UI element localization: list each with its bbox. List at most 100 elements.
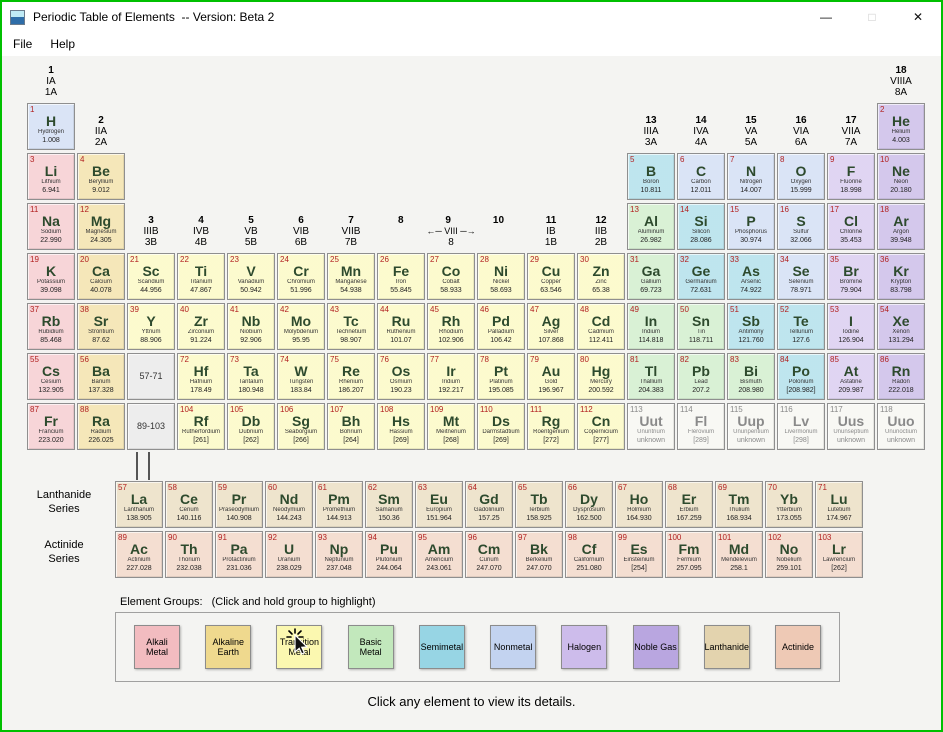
element-Cn[interactable]: 112 Cn Copernicium [277] [577, 403, 625, 450]
element-He[interactable]: 2 He Helium 4.003 [877, 103, 925, 150]
element-Ge[interactable]: 32 Ge Germanium 72.631 [677, 253, 725, 300]
group-button-noble[interactable]: Noble Gas [632, 625, 679, 669]
element-V[interactable]: 23 V Vanadium 50.942 [227, 253, 275, 300]
element-C[interactable]: 6 C Carbon 12.011 [677, 153, 725, 200]
element-S[interactable]: 16 S Sulfur 32.066 [777, 203, 825, 250]
element-Hg[interactable]: 80 Hg Mercury 200.592 [577, 353, 625, 400]
element-Bh[interactable]: 107 Bh Bohrium [264] [327, 403, 375, 450]
element-H[interactable]: 1 H Hydrogen 1.008 [27, 103, 75, 150]
element-Fl[interactable]: 114 Fl Flerovium [289] [677, 403, 725, 450]
element-Br[interactable]: 35 Br Bromine 79.904 [827, 253, 875, 300]
element-Lr[interactable]: 103 Lr Lawrencium [262] [815, 531, 863, 578]
element-Ds[interactable]: 110 Ds Darmstadtium [269] [477, 403, 525, 450]
element-Uus[interactable]: 117 Uus Ununseptium unknown [827, 403, 875, 450]
element-Kr[interactable]: 36 Kr Krypton 83.798 [877, 253, 925, 300]
element-Tb[interactable]: 65 Tb Terbium 158.925 [515, 481, 563, 528]
element-Pu[interactable]: 94 Pu Plutonium 244.064 [365, 531, 413, 578]
menu-help[interactable]: Help [41, 34, 84, 54]
element-Mt[interactable]: 109 Mt Meitnerium [268] [427, 403, 475, 450]
element-Sb[interactable]: 51 Sb Antimony 121.760 [727, 303, 775, 350]
element-Sm[interactable]: 62 Sm Samarium 150.36 [365, 481, 413, 528]
element-Te[interactable]: 52 Te Tellurium 127.6 [777, 303, 825, 350]
element-Re[interactable]: 75 Re Rhenium 186.207 [327, 353, 375, 400]
close-button[interactable]: ✕ [895, 2, 941, 32]
group-button-alkaline[interactable]: Alkaline Earth [205, 625, 252, 669]
element-Pb[interactable]: 82 Pb Lead 207.2 [677, 353, 725, 400]
element-Cr[interactable]: 24 Cr Chromium 51.996 [277, 253, 325, 300]
element-No[interactable]: 102 No Nobelium 259.101 [765, 531, 813, 578]
element-O[interactable]: 8 O Oxygen 15.999 [777, 153, 825, 200]
element-Sg[interactable]: 106 Sg Seaborgium [266] [277, 403, 325, 450]
element-Yb[interactable]: 70 Yb Ytterbium 173.055 [765, 481, 813, 528]
element-Be[interactable]: 4 Be Beryllium 9.012 [77, 153, 125, 200]
element-In[interactable]: 49 In Indium 114.818 [627, 303, 675, 350]
element-Hs[interactable]: 108 Hs Hassium [269] [377, 403, 425, 450]
element-Tc[interactable]: 43 Tc Technetium 98.907 [327, 303, 375, 350]
element-Xe[interactable]: 54 Xe Xenon 131.294 [877, 303, 925, 350]
minimize-button[interactable]: — [803, 2, 849, 32]
element-Mn[interactable]: 25 Mn Manganese 54.938 [327, 253, 375, 300]
element-F[interactable]: 9 F Fluorine 18.998 [827, 153, 875, 200]
group-button-halogen[interactable]: Halogen [561, 625, 608, 669]
element-Pt[interactable]: 78 Pt Platinum 195.085 [477, 353, 525, 400]
element-Mg[interactable]: 12 Mg Magnesium 24.305 [77, 203, 125, 250]
element-Dy[interactable]: 66 Dy Dysprosium 162.500 [565, 481, 613, 528]
element-Fe[interactable]: 26 Fe Iron 55.845 [377, 253, 425, 300]
element-At[interactable]: 85 At Astatine 209.987 [827, 353, 875, 400]
element-Mo[interactable]: 42 Mo Molybdenum 95.95 [277, 303, 325, 350]
element-Na[interactable]: 11 Na Sodium 22.990 [27, 203, 75, 250]
element-Bi[interactable]: 83 Bi Bismuth 208.980 [727, 353, 775, 400]
element-Tm[interactable]: 69 Tm Thulium 168.934 [715, 481, 763, 528]
element-Rn[interactable]: 86 Rn Radon 222.018 [877, 353, 925, 400]
element-Ar[interactable]: 18 Ar Argon 39.948 [877, 203, 925, 250]
element-Uup[interactable]: 115 Uup Ununpentium unknown [727, 403, 775, 450]
group-button-alkali[interactable]: Alkali Metal [134, 625, 180, 669]
element-Pa[interactable]: 91 Pa Protactinium 231.036 [215, 531, 263, 578]
element-Tl[interactable]: 81 Tl Thallium 204.383 [627, 353, 675, 400]
element-Si[interactable]: 14 Si Silicon 28.086 [677, 203, 725, 250]
element-Ra[interactable]: 88 Ra Radium 226.025 [77, 403, 125, 450]
element-Nb[interactable]: 41 Nb Niobium 92.906 [227, 303, 275, 350]
element-Ir[interactable]: 77 Ir Iridium 192.217 [427, 353, 475, 400]
element-Sr[interactable]: 38 Sr Strontium 87.62 [77, 303, 125, 350]
element-Er[interactable]: 68 Er Erbium 167.259 [665, 481, 713, 528]
element-La[interactable]: 57 La Lanthanum 138.905 [115, 481, 163, 528]
element-Np[interactable]: 93 Np Neptunium 237.048 [315, 531, 363, 578]
element-Co[interactable]: 27 Co Cobalt 58.933 [427, 253, 475, 300]
element-Sc[interactable]: 21 Sc Scandium 44.956 [127, 253, 175, 300]
element-Cd[interactable]: 48 Cd Cadmium 112.411 [577, 303, 625, 350]
element-Lv[interactable]: 116 Lv Livermorium [298] [777, 403, 825, 450]
element-Po[interactable]: 84 Po Polonium [208.982] [777, 353, 825, 400]
element-Zr[interactable]: 40 Zr Zirconium 91.224 [177, 303, 225, 350]
element-Ga[interactable]: 31 Ga Gallium 69.723 [627, 253, 675, 300]
element-W[interactable]: 74 W Tungsten 183.84 [277, 353, 325, 400]
element-Rf[interactable]: 104 Rf Rutherfordium [261] [177, 403, 225, 450]
element-Cu[interactable]: 29 Cu Copper 63.546 [527, 253, 575, 300]
element-Y[interactable]: 39 Y Yttrium 88.906 [127, 303, 175, 350]
element-Os[interactable]: 76 Os Osmium 190.23 [377, 353, 425, 400]
element-Ba[interactable]: 56 Ba Barium 137.328 [77, 353, 125, 400]
element-Bk[interactable]: 97 Bk Berkelium 247.070 [515, 531, 563, 578]
element-Ni[interactable]: 28 Ni Nickel 58.693 [477, 253, 525, 300]
element-Rg[interactable]: 111 Rg Roentgenium [272] [527, 403, 575, 450]
element-Zn[interactable]: 30 Zn Zinc 65.38 [577, 253, 625, 300]
group-button-transition[interactable]: Transition Metal [276, 625, 323, 669]
element-U[interactable]: 92 U Uranium 238.029 [265, 531, 313, 578]
element-Pm[interactable]: 61 Pm Promethium 144.913 [315, 481, 363, 528]
element-Al[interactable]: 13 Al Aluminum 26.982 [627, 203, 675, 250]
element-Nd[interactable]: 60 Nd Neodymium 144.243 [265, 481, 313, 528]
element-B[interactable]: 5 B Boron 10.811 [627, 153, 675, 200]
element-Uut[interactable]: 113 Uut Ununtrium unknown [627, 403, 675, 450]
element-I[interactable]: 53 I Iodine 126.904 [827, 303, 875, 350]
element-K[interactable]: 19 K Potassium 39.098 [27, 253, 75, 300]
element-Ne[interactable]: 10 Ne Neon 20.180 [877, 153, 925, 200]
element-Th[interactable]: 90 Th Thorium 232.038 [165, 531, 213, 578]
element-Ag[interactable]: 47 Ag Silver 107.868 [527, 303, 575, 350]
element-Ac[interactable]: 89 Ac Actinium 227.028 [115, 531, 163, 578]
element-Uuo[interactable]: 118 Uuo Ununoctium unknown [877, 403, 925, 450]
element-Pd[interactable]: 46 Pd Palladium 106.42 [477, 303, 525, 350]
element-Ca[interactable]: 20 Ca Calcium 40.078 [77, 253, 125, 300]
element-Rb[interactable]: 37 Rb Rubidium 85.468 [27, 303, 75, 350]
element-Sn[interactable]: 50 Sn Tin 118.711 [677, 303, 725, 350]
group-button-actinide[interactable]: Actinide [774, 625, 821, 669]
